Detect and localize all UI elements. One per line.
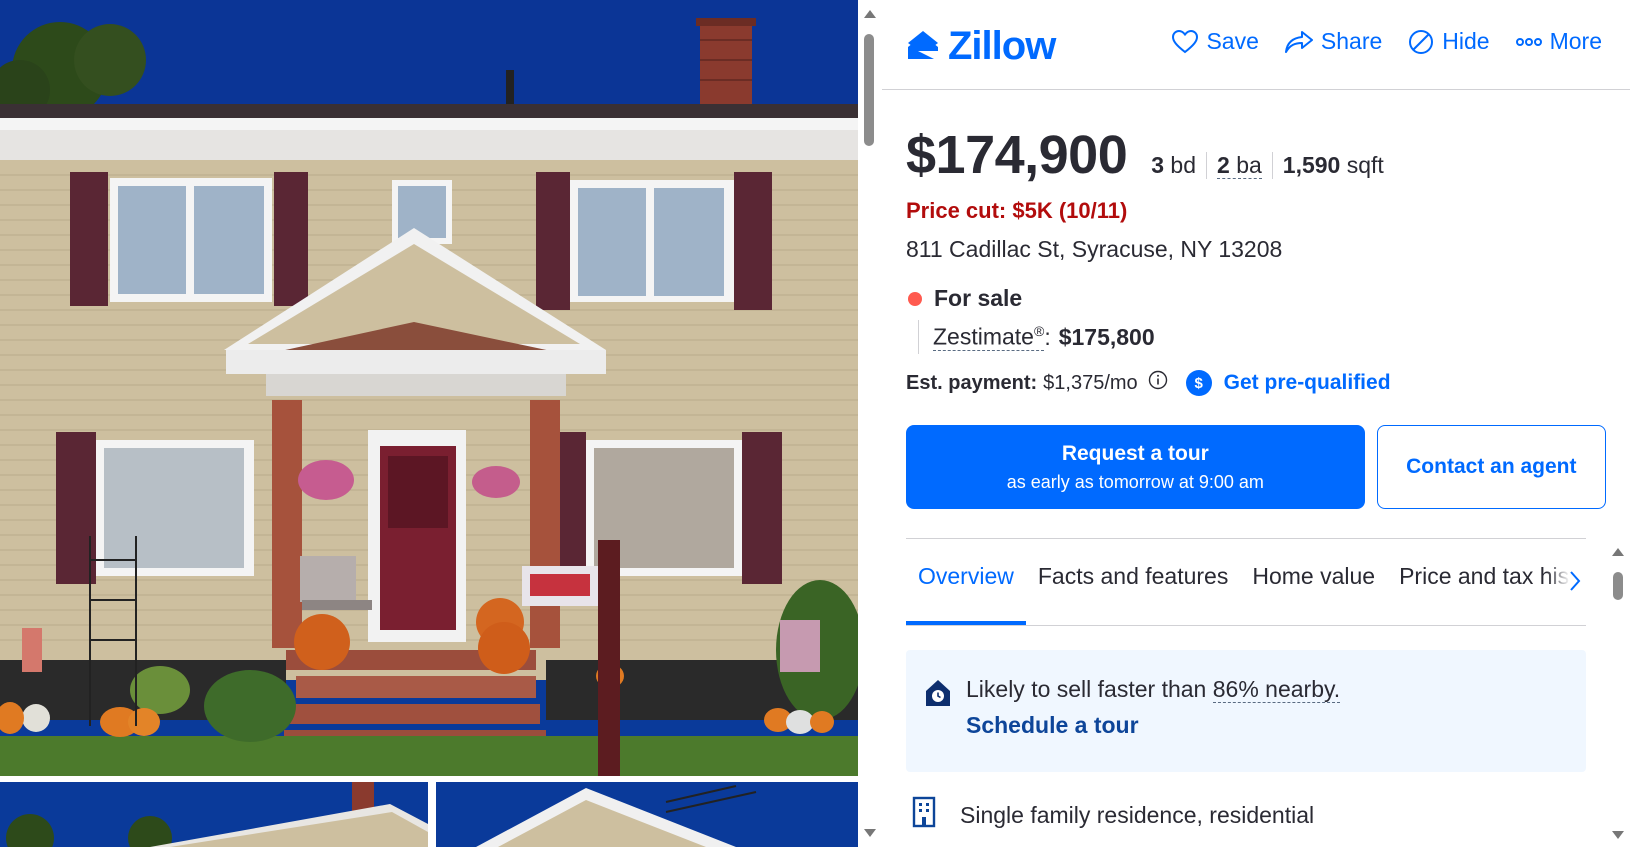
listing-address: 811 Cadillac St, Syracuse, NY 13208 (906, 236, 1283, 262)
request-tour-button[interactable]: Request a tour as early as tomorrow at 9… (906, 425, 1365, 509)
more-dots-icon (1515, 37, 1542, 46)
zestimate: Zestimate®: $175,800 (918, 320, 1606, 354)
baths-value: 2 (1217, 152, 1230, 178)
info-icon[interactable] (1148, 370, 1168, 396)
price-row: $174,900 3 bd 2 ba 1,590 sqft (906, 124, 1606, 186)
building-icon (912, 796, 936, 834)
price-cut: Price cut: $5K (10/11) (906, 198, 1128, 223)
contact-agent-button[interactable]: Contact an agent (1376, 425, 1606, 509)
details-tabs: Overview Facts and features Home value P… (906, 538, 1586, 626)
hide-button[interactable]: Hide (1408, 28, 1490, 55)
payment-value: $1,375/mo (1043, 371, 1138, 394)
sqft-fact: 1,590 sqft (1271, 152, 1394, 179)
payment-label: Est. payment: (906, 371, 1038, 394)
home-type-row: Single family residence, residential (912, 796, 1314, 834)
scroll-up-arrow-icon[interactable] (864, 10, 876, 18)
house-clock-icon (924, 678, 952, 713)
listing-details-panel: Zillow Save Share Hide More $174,900 3 b… (882, 0, 1630, 847)
cta-buttons: Request a tour as early as tomorrow at 9… (906, 425, 1606, 509)
brand-name: Zillow (948, 24, 1056, 68)
scroll-down-arrow-icon[interactable] (864, 829, 876, 837)
scrollbar-thumb[interactable] (1613, 572, 1623, 600)
prequal-label: Get pre-qualified (1223, 371, 1391, 394)
est-payment: Est. payment: $1,375/mo $ Get pre-qualif… (906, 370, 1606, 396)
status-dot-icon (908, 291, 922, 306)
baths-unit: ba (1236, 152, 1262, 178)
photo-gallery (0, 0, 858, 847)
zillow-logo[interactable]: Zillow (904, 24, 1056, 69)
sell-faster-insight: Likely to sell faster than 86% nearby. S… (906, 650, 1586, 772)
scroll-down-arrow-icon[interactable] (1612, 831, 1624, 839)
baths-fact[interactable]: 2 ba (1206, 152, 1272, 179)
details-scrollbar[interactable] (1606, 540, 1630, 847)
more-label: More (1549, 28, 1602, 54)
request-tour-label: Request a tour (1061, 441, 1209, 465)
gallery-scrollbar[interactable] (858, 0, 880, 847)
save-label: Save (1206, 28, 1259, 54)
beds-fact: 3 bd (1145, 152, 1206, 179)
dollar-icon: $ (1185, 370, 1212, 396)
schedule-tour-link[interactable]: Schedule a tour (966, 712, 1139, 739)
listing-summary: $174,900 3 bd 2 ba 1,590 sqft Price cut:… (906, 124, 1606, 396)
home-type-text: Single family residence, residential (960, 801, 1315, 828)
request-tour-sublabel: as early as tomorrow at 9:00 am (1006, 471, 1264, 492)
zestimate-label[interactable]: Zestimate® (933, 322, 1045, 352)
sqft-value: 1,590 (1282, 152, 1341, 178)
insight-text-before: Likely to sell faster than (966, 676, 1207, 702)
beds-value: 3 (1151, 152, 1165, 178)
save-button[interactable]: Save (1172, 28, 1259, 55)
status-label: For sale (934, 285, 1023, 311)
insight-text: Likely to sell faster than 86% nearby. (966, 676, 1341, 703)
tab-overview[interactable]: Overview (906, 563, 1026, 625)
zestimate-registered-mark: ® (1033, 322, 1045, 339)
tab-home-value[interactable]: Home value (1240, 563, 1387, 625)
share-button[interactable]: Share (1284, 28, 1383, 55)
get-pre-qualified-link[interactable]: $ Get pre-qualified (1185, 370, 1391, 396)
beds-unit: bd (1170, 152, 1197, 178)
bed-bath-sqft: 3 bd 2 ba 1,590 sqft (1145, 152, 1394, 179)
listing-status: For sale (906, 285, 1606, 312)
scroll-up-arrow-icon[interactable] (1612, 548, 1624, 556)
listing-price: $174,900 (906, 125, 1128, 185)
header-actions: Save Share Hide More (1172, 28, 1602, 55)
main-listing-photo[interactable] (0, 0, 858, 776)
share-arrow-icon (1284, 30, 1313, 53)
details-header: Zillow Save Share Hide More (882, 0, 1630, 90)
zillow-logo-icon (908, 30, 938, 59)
gallery-thumbnail-2[interactable] (436, 782, 858, 847)
heart-icon (1172, 29, 1199, 53)
share-label: Share (1320, 28, 1383, 54)
insight-percent[interactable]: 86% nearby. (1212, 676, 1341, 703)
scrollbar-thumb[interactable] (864, 34, 874, 146)
hide-circle-slash-icon (1409, 29, 1434, 54)
tab-facts-and-features[interactable]: Facts and features (1026, 563, 1241, 625)
sqft-unit: sqft (1346, 152, 1384, 178)
gallery-thumbnail-1[interactable] (0, 782, 428, 847)
tabs-next-chevron-icon[interactable] (1568, 569, 1582, 598)
tab-list: Overview Facts and features Home value P… (906, 563, 1586, 625)
more-button[interactable]: More (1515, 28, 1602, 55)
zestimate-value: $175,800 (1058, 323, 1155, 350)
hide-label: Hide (1442, 28, 1490, 54)
zestimate-label-text: Zestimate (933, 323, 1034, 350)
